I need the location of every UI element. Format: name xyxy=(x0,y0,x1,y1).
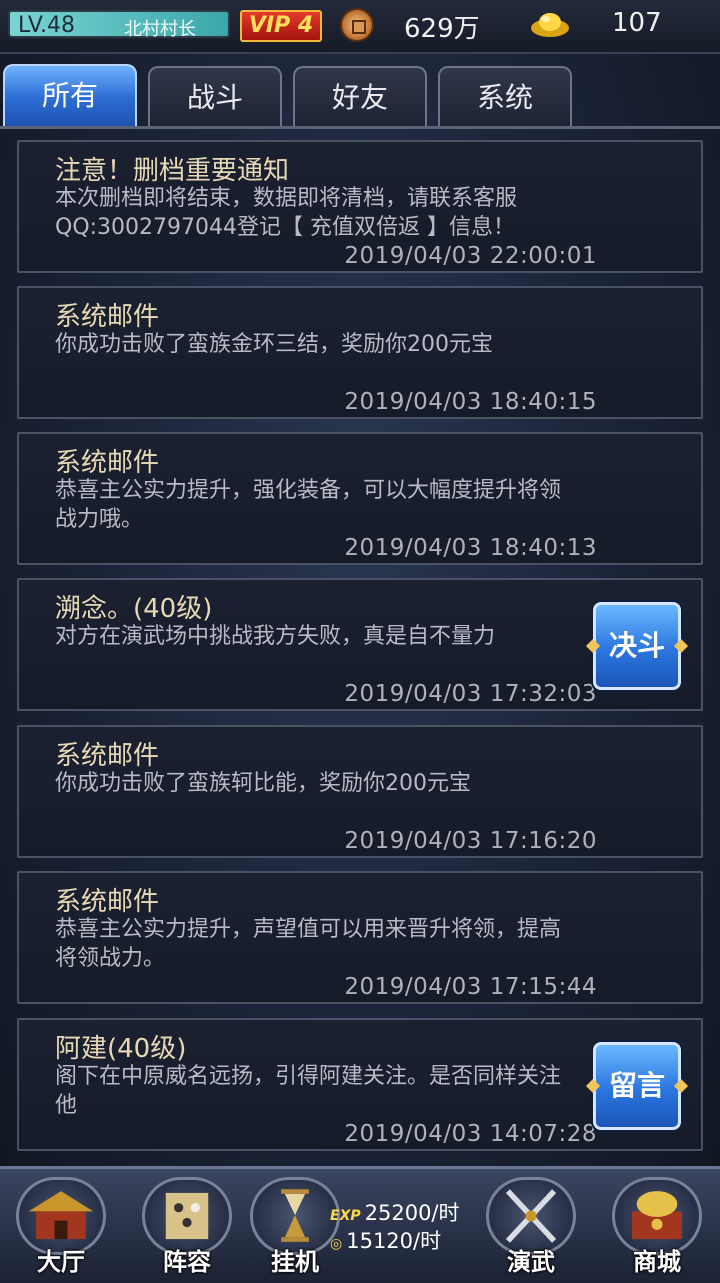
player-title: 北村村长 xyxy=(124,19,196,40)
tab-battle[interactable]: 战斗 xyxy=(148,66,282,128)
mail-title: 阿建(40级) xyxy=(55,1034,187,1064)
mail-body: 你成功击败了蛮族轲比能，奖励你200元宝 xyxy=(55,771,471,796)
gold-ingot-icon xyxy=(531,13,569,37)
exp-tag: EXP xyxy=(330,1208,361,1224)
message-button[interactable]: 留言 xyxy=(593,1042,681,1130)
mail-title: 注意！删档重要通知 xyxy=(55,156,290,186)
nav-label: 阵容 xyxy=(163,1248,211,1276)
mail-body: 恭喜主公实力提升，声望值可以用来晋升将领，提高将领战力。 xyxy=(55,917,562,971)
nav-shop[interactable]: 商城 xyxy=(602,1175,712,1281)
nav-label: 演武 xyxy=(507,1248,555,1276)
idle-rewards-panel: EXP 25200/时 ◎ 15120/时 xyxy=(330,1195,470,1255)
mail-title: 系统邮件 xyxy=(55,741,160,771)
ingot-amount: 107 xyxy=(612,8,662,38)
coin-rate: ◎ 15120/时 xyxy=(330,1225,441,1255)
nav-label: 大厅 xyxy=(37,1248,85,1276)
mail-title: 系统邮件 xyxy=(55,448,160,478)
tab-friends[interactable]: 好友 xyxy=(293,66,427,128)
mail-time: 2019/04/03 17:16:20 xyxy=(344,828,597,854)
mail-item[interactable]: 系统邮件 你成功击败了蛮族金环三结，奖励你200元宝 2019/04/03 18… xyxy=(17,286,703,419)
mail-time: 2019/04/03 17:15:44 xyxy=(344,974,597,1000)
mail-item[interactable]: 阿建(40级) 阁下在中原威名远扬，引得阿建关注。是否同样关注他 2019/04… xyxy=(17,1018,703,1151)
nav-arena[interactable]: 演武 xyxy=(476,1175,586,1281)
tab-all[interactable]: 所有 xyxy=(3,64,137,128)
mail-item[interactable]: 注意！删档重要通知 本次删档即将结束，数据即将清档，请联系客服QQ:300279… xyxy=(17,140,703,273)
mail-body: 阁下在中原威名远扬，引得阿建关注。是否同样关注他 xyxy=(55,1064,562,1118)
mail-title: 溯念。(40级) xyxy=(55,594,213,624)
exp-rate: EXP 25200/时 xyxy=(330,1197,460,1227)
mail-title: 系统邮件 xyxy=(55,302,160,332)
coin-amount: 629万 xyxy=(404,14,480,44)
mail-time: 2019/04/03 18:40:13 xyxy=(344,535,597,561)
mail-item[interactable]: 系统邮件 恭喜主公实力提升，强化装备，可以大幅度提升将领战力哦。 2019/04… xyxy=(17,432,703,565)
copper-coin-icon xyxy=(340,8,374,42)
mail-body: 恭喜主公实力提升，强化装备，可以大幅度提升将领战力哦。 xyxy=(55,478,562,532)
tab-system[interactable]: 系统 xyxy=(438,66,572,128)
tab-divider xyxy=(0,126,720,129)
copper-coin-icon: ◎ xyxy=(330,1236,343,1252)
duel-button[interactable]: 决斗 xyxy=(593,602,681,690)
status-bar: LV.48 北村村长 VIP 4 629万 107 xyxy=(0,0,720,54)
level-text: LV.48 xyxy=(18,13,76,38)
nav-formation[interactable]: 阵容 xyxy=(132,1175,242,1281)
vip-badge[interactable]: VIP 4 xyxy=(240,10,322,42)
mail-item[interactable]: 系统邮件 你成功击败了蛮族轲比能，奖励你200元宝 2019/04/03 17:… xyxy=(17,725,703,858)
exp-rate-value: 25200/时 xyxy=(364,1201,460,1225)
coin-rate-value: 15120/时 xyxy=(346,1229,442,1253)
mail-time: 2019/04/03 22:00:01 xyxy=(344,243,597,269)
mail-body: 你成功击败了蛮族金环三结，奖励你200元宝 xyxy=(55,332,493,357)
mail-title: 系统邮件 xyxy=(55,887,160,917)
nav-hall[interactable]: 大厅 xyxy=(6,1175,116,1281)
mail-item[interactable]: 系统邮件 恭喜主公实力提升，声望值可以用来晋升将领，提高将领战力。 2019/0… xyxy=(17,871,703,1004)
level-bar[interactable]: LV.48 北村村长 xyxy=(8,10,230,40)
mail-tabs: 所有 战斗 好友 系统 xyxy=(0,62,720,128)
mail-body: 对方在演武场中挑战我方失败，真是自不量力 xyxy=(55,624,496,649)
nav-label: 商城 xyxy=(633,1248,681,1276)
mail-item[interactable]: 溯念。(40级) 对方在演武场中挑战我方失败，真是自不量力 2019/04/03… xyxy=(17,578,703,711)
mail-time: 2019/04/03 14:07:28 xyxy=(344,1121,597,1147)
mail-time: 2019/04/03 17:32:03 xyxy=(344,681,597,707)
bottom-nav: 大厅 阵容 挂机 EXP 25200/时 ◎ 15120/时 演武 商城 xyxy=(0,1166,720,1283)
mail-body: 本次删档即将结束，数据即将清档，请联系客服QQ:3002797044登记【 充值… xyxy=(55,186,518,240)
mail-time: 2019/04/03 18:40:15 xyxy=(344,389,597,415)
